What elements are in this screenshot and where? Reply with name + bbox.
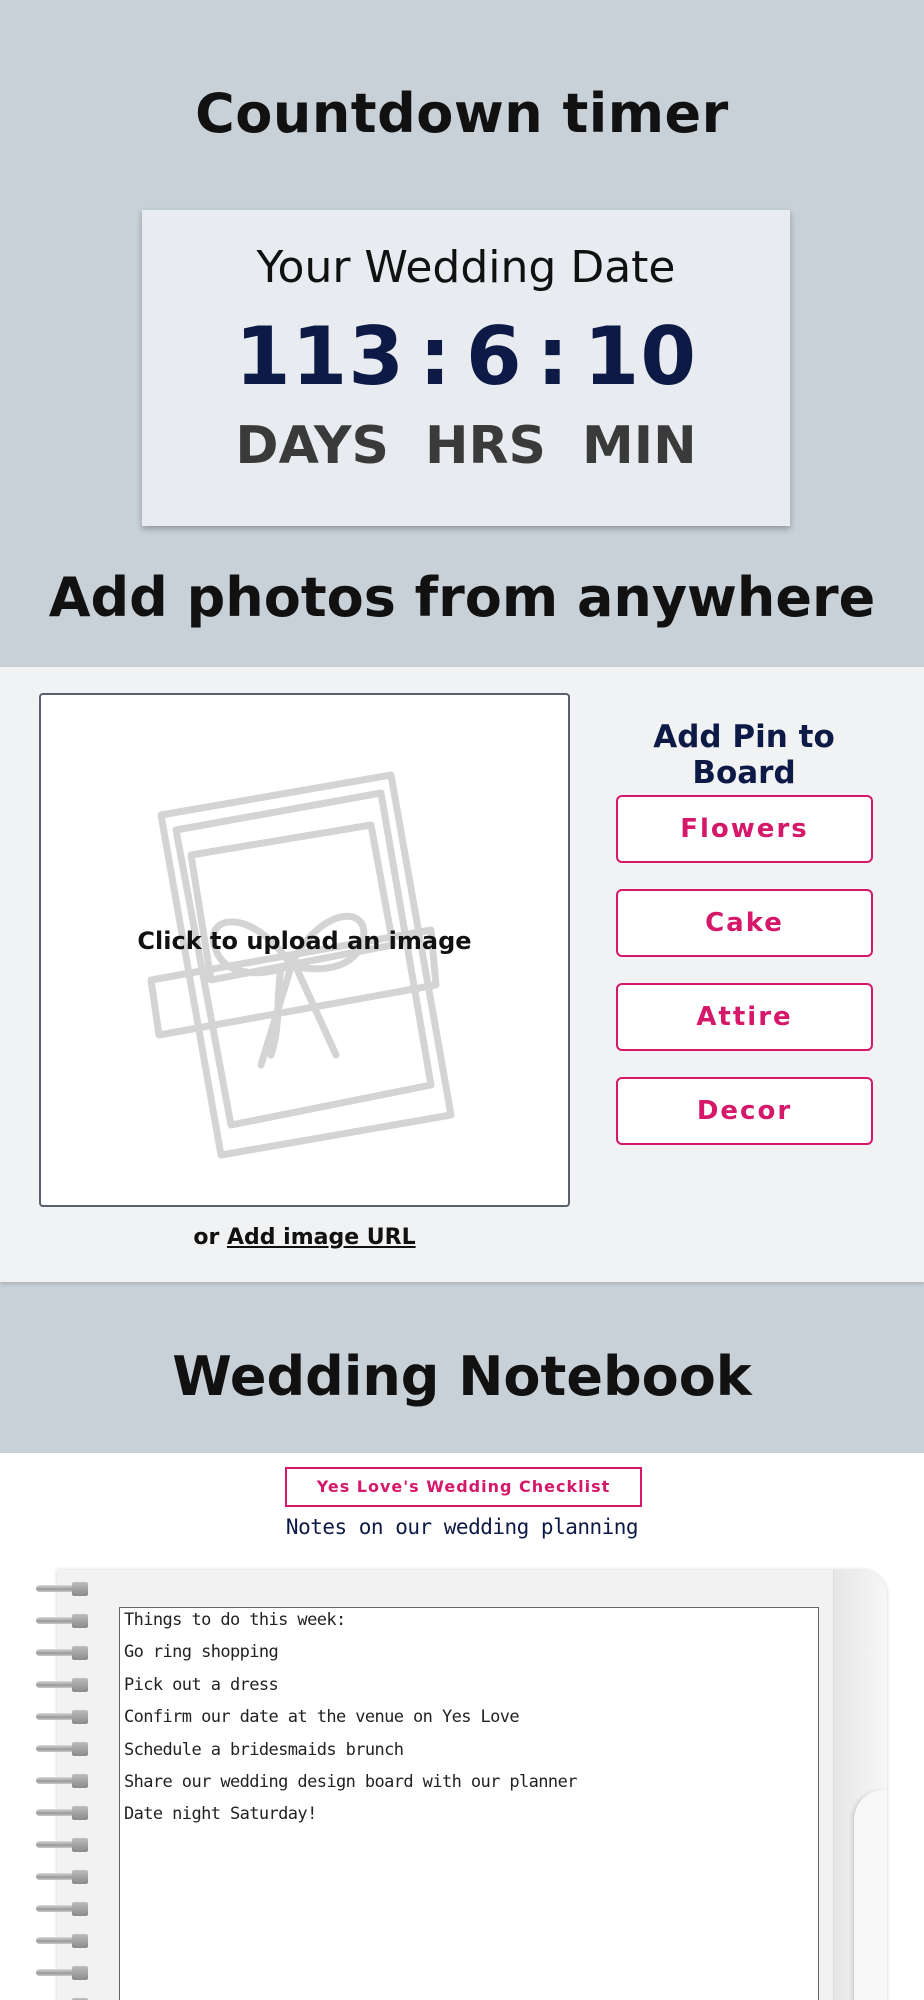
photos-title: Add photos from anywhere: [48, 566, 876, 629]
board-decor-button[interactable]: Decor: [616, 1077, 873, 1145]
notebook-line: Confirm our date at the venue on Yes Lov…: [124, 1707, 520, 1728]
or-text: or: [193, 1225, 220, 1250]
notebook-line: Go ring shopping: [124, 1642, 279, 1663]
notebook-subtitle: Notes on our wedding planning: [285, 1515, 639, 1539]
countdown-days: 113: [235, 310, 405, 403]
spiral-ring: [36, 1774, 90, 1788]
spiral-ring: [36, 1934, 90, 1948]
countdown-separator: :: [419, 310, 452, 403]
notebook-lines: Things to do this week: Go ring shopping…: [124, 1610, 577, 1837]
countdown-card: Your Wedding Date 113:6:10 DAYS HRS MIN: [142, 210, 790, 526]
upload-prompt: Click to upload an image: [137, 927, 472, 955]
photo-upload-panel: Click to upload an image or Add image UR…: [0, 667, 924, 1282]
add-image-url-link[interactable]: Add image URL: [227, 1225, 416, 1250]
countdown-minutes-unit: MIN: [581, 416, 697, 476]
spiral-ring: [36, 1870, 90, 1884]
countdown-days-unit: DAYS: [235, 416, 389, 476]
spiral-ring: [36, 1646, 90, 1660]
image-upload-dropzone[interactable]: Click to upload an image: [39, 693, 570, 1207]
countdown-title: Countdown timer: [195, 82, 729, 145]
countdown-minutes: 10: [583, 310, 697, 403]
countdown-hours: 6: [466, 310, 523, 403]
spiral-ring: [36, 1806, 90, 1820]
notebook-page[interactable]: Things to do this week: Go ring shopping…: [119, 1607, 819, 2000]
spiral-ring: [36, 1838, 90, 1852]
board-cake-button[interactable]: Cake: [616, 889, 873, 957]
board-attire-button[interactable]: Attire: [616, 983, 873, 1051]
spiral-binding: [36, 1582, 92, 2000]
spiral-ring: [36, 1582, 90, 1596]
notebook-title: Wedding Notebook: [172, 1345, 752, 1408]
spiral-ring: [36, 1710, 90, 1724]
notebook-line: Things to do this week:: [124, 1610, 346, 1630]
pin-board-title: Add Pin to Board: [653, 719, 835, 791]
countdown-separator: :: [536, 310, 570, 403]
countdown-digits: 113:6:10: [142, 310, 790, 403]
notebook-line: Date night Saturday!: [124, 1804, 317, 1825]
countdown-units: DAYS HRS MIN: [142, 416, 790, 476]
notebook-line: Share our wedding design board with our …: [124, 1771, 577, 1792]
board-flowers-button[interactable]: Flowers: [616, 795, 873, 863]
countdown-hours-unit: HRS: [424, 416, 546, 476]
spiral-ring: [36, 1742, 90, 1756]
spiral-ring: [36, 1902, 90, 1916]
countdown-label: Your Wedding Date: [256, 242, 676, 293]
notebook-line: Pick out a dress: [124, 1674, 279, 1695]
wedding-checklist-button[interactable]: Yes Love's Wedding Checklist: [285, 1467, 642, 1507]
spiral-ring: [36, 1678, 90, 1692]
notebook-tab-notch: [853, 1790, 887, 2000]
notebook-line: Schedule a bridesmaids brunch: [124, 1739, 404, 1760]
spiral-ring: [36, 1614, 90, 1628]
add-url-line: or Add image URL: [39, 1225, 570, 1250]
spiral-ring: [36, 1966, 90, 1980]
